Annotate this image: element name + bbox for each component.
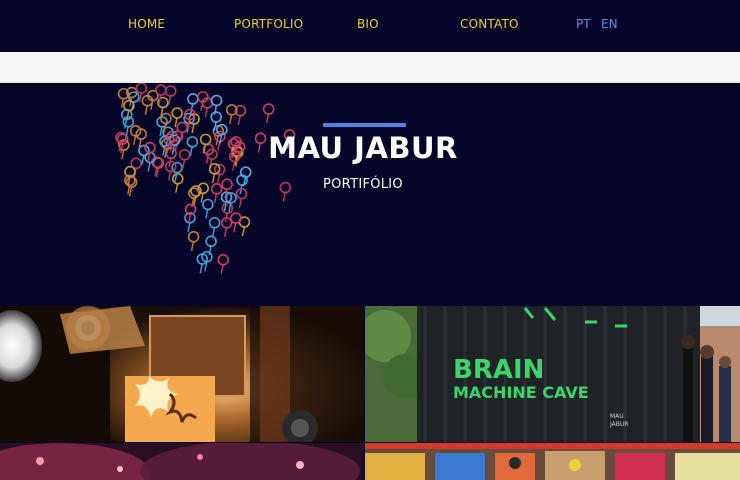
sign-small-jabur: JABUR xyxy=(609,421,628,428)
pin-marker xyxy=(220,217,233,238)
language-pt[interactable]: PT xyxy=(576,17,591,31)
top-navigation: HOME PORTFOLIO BIO CONTATO PT EN xyxy=(0,0,740,52)
page-subtitle: PORTIFÓLIO xyxy=(323,177,403,192)
page-title: MAU JABUR xyxy=(268,131,458,165)
brain-machine-cave-photo: BRAIN MACHINE CAVE MAU JABUR xyxy=(365,306,740,442)
title-accent-bar xyxy=(323,123,406,127)
lamp-photo xyxy=(0,306,364,442)
nav-contato[interactable]: CONTATO xyxy=(460,17,519,31)
nav-portfolio[interactable]: PORTFOLIO xyxy=(234,17,303,31)
pin-cluster-graphic xyxy=(115,83,296,274)
pin-marker xyxy=(202,198,214,219)
pin-marker xyxy=(141,94,154,115)
language-en[interactable]: EN xyxy=(601,17,618,31)
sign-machine-cave: MACHINE CAVE xyxy=(453,383,589,402)
pin-marker xyxy=(225,104,238,125)
pin-marker xyxy=(262,103,275,124)
pin-marker xyxy=(187,231,200,251)
pin-marker xyxy=(230,212,242,233)
supermarket-photo xyxy=(365,443,740,480)
portfolio-tile-supermarket[interactable] xyxy=(365,443,740,480)
hero-section: MAU JABUR PORTIFÓLIO xyxy=(0,83,740,306)
portfolio-tile-brain-machine-cave[interactable]: BRAIN MACHINE CAVE MAU JABUR xyxy=(365,306,740,442)
nav-bio[interactable]: BIO xyxy=(357,17,379,31)
pin-marker xyxy=(171,107,183,128)
header-strip xyxy=(0,52,740,83)
nav-home[interactable]: HOME xyxy=(128,17,165,31)
sign-brain: BRAIN xyxy=(453,355,544,385)
portfolio-tile-lights[interactable] xyxy=(0,443,364,480)
pin-marker xyxy=(208,217,221,237)
pin-marker xyxy=(210,111,222,132)
pin-marker xyxy=(217,254,230,274)
sign-small-mau: MAU xyxy=(610,413,624,420)
portfolio-tile-lamp[interactable] xyxy=(0,306,364,442)
lights-photo xyxy=(0,443,364,480)
